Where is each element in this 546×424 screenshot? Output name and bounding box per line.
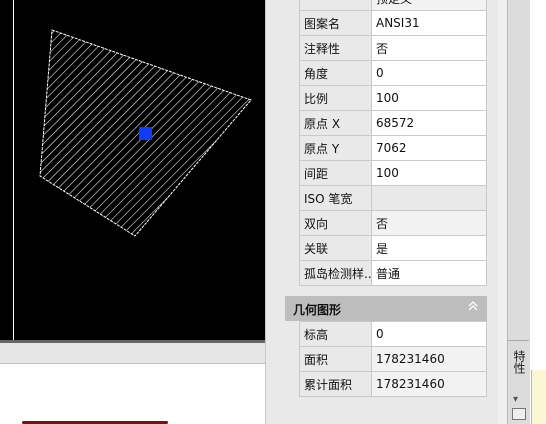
property-row[interactable]: 标高 0 — [299, 321, 487, 347]
property-row[interactable]: 原点 Y 7062 — [299, 135, 487, 161]
chevron-up-icon[interactable] — [467, 299, 479, 316]
palette-title: 特性 — [512, 350, 526, 374]
strip-divider — [507, 340, 529, 341]
property-name: 图案名 — [299, 10, 372, 36]
property-name: 原点 Y — [299, 135, 372, 161]
property-row[interactable]: ISO 笔宽 — [299, 185, 487, 211]
property-name: 注释性 — [299, 35, 372, 61]
property-name: 孤岛检测样... — [299, 260, 372, 286]
section-header-geometry[interactable]: 几何图形 — [285, 296, 487, 321]
property-value[interactable]: 100 — [371, 85, 487, 111]
properties-table-geometry: 标高 0 面积 178231460 累计面积 178231460 — [299, 321, 487, 397]
property-row[interactable]: 注释性 否 — [299, 35, 487, 61]
property-row[interactable]: 关联 是 — [299, 235, 487, 261]
property-value[interactable]: 0 — [371, 321, 487, 347]
property-value[interactable]: 7062 — [371, 135, 487, 161]
property-name — [299, 0, 372, 11]
property-row[interactable]: 原点 X 68572 — [299, 110, 487, 136]
menu-icon[interactable]: ▾ — [513, 394, 518, 405]
property-value[interactable]: 否 — [371, 210, 487, 236]
layout-tab-bar — [0, 343, 270, 364]
property-value: 178231460 — [371, 371, 487, 397]
property-value[interactable]: 0 — [371, 60, 487, 86]
property-value[interactable]: 否 — [371, 35, 487, 61]
property-row[interactable]: 图案名 ANSI31 — [299, 10, 487, 36]
property-value[interactable]: 预定义 — [371, 0, 487, 11]
property-name: 比例 — [299, 85, 372, 111]
property-name: 间距 — [299, 160, 372, 186]
property-name: 面积 — [299, 346, 372, 372]
property-name: 累计面积 — [299, 371, 372, 397]
property-name: 原点 X — [299, 110, 372, 136]
property-name: 标高 — [299, 321, 372, 347]
hatch-grip[interactable] — [139, 127, 152, 140]
property-value[interactable]: 100 — [371, 160, 487, 186]
property-name: 关联 — [299, 235, 372, 261]
property-value[interactable]: 普通 — [371, 260, 487, 286]
property-row[interactable]: 比例 100 — [299, 85, 487, 111]
property-value[interactable] — [371, 185, 487, 211]
adjacent-panel — [531, 370, 546, 424]
property-value[interactable]: ANSI31 — [371, 10, 487, 36]
properties-table-general: 预定义 图案名 ANSI31 注释性 否 角度 0 比例 100 原点 X 68… — [299, 0, 487, 286]
property-row[interactable]: 角度 0 — [299, 60, 487, 86]
property-row[interactable]: 面积 178231460 — [299, 346, 487, 372]
property-row[interactable]: 双向 否 — [299, 210, 487, 236]
property-row[interactable]: 孤岛检测样... 普通 — [299, 260, 487, 286]
section-title: 几何图形 — [293, 303, 342, 317]
property-value[interactable]: 68572 — [371, 110, 487, 136]
property-name: 角度 — [299, 60, 372, 86]
property-row[interactable]: 间距 100 — [299, 160, 487, 186]
property-value[interactable]: 是 — [371, 235, 487, 261]
property-value: 178231460 — [371, 346, 487, 372]
properties-icon[interactable] — [512, 408, 526, 420]
hatch-object[interactable] — [0, 0, 270, 340]
command-line-area[interactable] — [0, 364, 270, 424]
property-row[interactable]: 累计面积 178231460 — [299, 371, 487, 397]
property-name: ISO 笔宽 — [299, 185, 372, 211]
side-panel-background — [530, 0, 546, 424]
property-name: 双向 — [299, 210, 372, 236]
property-row[interactable]: 预定义 — [299, 0, 487, 11]
